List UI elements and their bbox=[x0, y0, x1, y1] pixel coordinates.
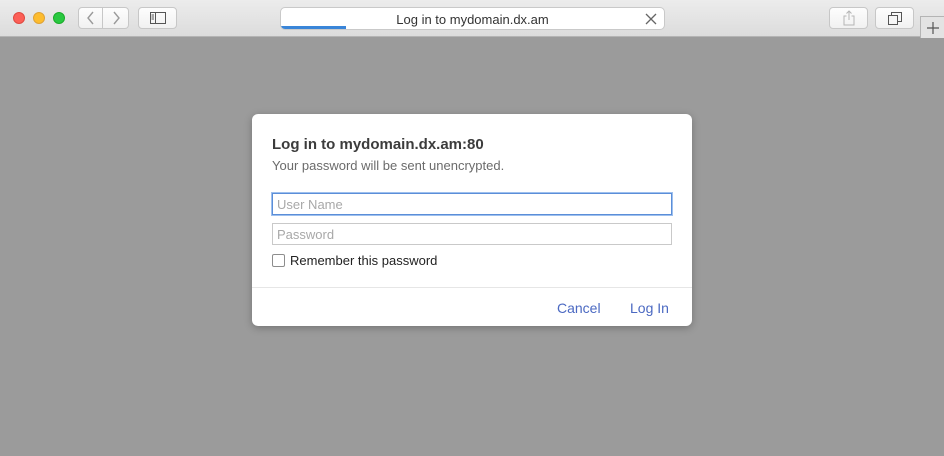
cancel-button[interactable]: Cancel bbox=[557, 300, 601, 316]
zoom-window-button[interactable] bbox=[53, 12, 65, 24]
login-dialog: Log in to mydomain.dx.am:80 Your passwor… bbox=[252, 114, 692, 326]
plus-icon bbox=[926, 21, 939, 34]
load-progress-bar bbox=[281, 26, 347, 29]
dialog-warning: Your password will be sent unencrypted. bbox=[272, 158, 505, 173]
new-tab-button[interactable] bbox=[920, 16, 944, 38]
back-button[interactable] bbox=[78, 7, 103, 29]
tab-overview-button[interactable] bbox=[875, 7, 914, 29]
browser-toolbar: Log in to mydomain.dx.am bbox=[0, 0, 944, 37]
password-input[interactable] bbox=[272, 223, 672, 245]
remember-password-option[interactable]: Remember this password bbox=[272, 253, 437, 268]
remember-password-checkbox[interactable] bbox=[272, 254, 285, 267]
tab-title: Log in to mydomain.dx.am bbox=[396, 12, 549, 27]
sidebar-button[interactable] bbox=[138, 7, 177, 29]
close-window-button[interactable] bbox=[13, 12, 25, 24]
username-input[interactable] bbox=[272, 193, 672, 215]
sidebar-icon bbox=[149, 12, 166, 24]
share-button[interactable] bbox=[829, 7, 868, 29]
remember-password-label: Remember this password bbox=[290, 253, 438, 268]
dialog-title: Log in to mydomain.dx.am:80 bbox=[272, 136, 484, 153]
forward-button[interactable] bbox=[103, 7, 129, 29]
dialog-divider bbox=[252, 287, 692, 288]
tabs-overview-icon bbox=[887, 11, 902, 25]
share-icon bbox=[843, 10, 854, 26]
minimize-window-button[interactable] bbox=[33, 12, 45, 24]
address-bar[interactable]: Log in to mydomain.dx.am bbox=[280, 7, 665, 30]
login-button[interactable]: Log In bbox=[630, 300, 669, 316]
close-icon[interactable] bbox=[644, 12, 658, 26]
chevron-left-icon bbox=[86, 11, 94, 25]
chevron-right-icon bbox=[112, 11, 120, 25]
